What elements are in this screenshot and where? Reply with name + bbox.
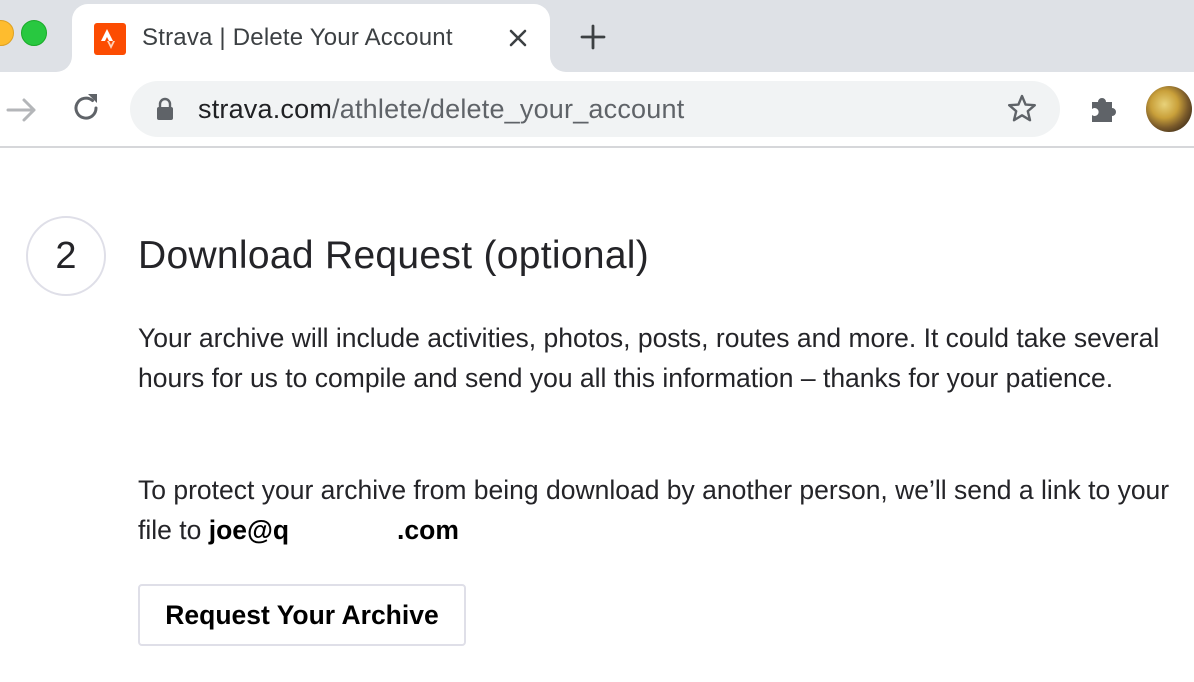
reload-icon[interactable] — [68, 90, 104, 126]
section-title: Download Request (optional) — [138, 234, 650, 277]
url-host: strava.com — [198, 94, 333, 124]
puzzle-icon[interactable] — [1086, 90, 1122, 126]
delete-account-page: 2 Download Request (optional) Your archi… — [0, 148, 1194, 682]
tab-strip: Strava | Delete Your Account — [0, 0, 1194, 72]
address-bar[interactable]: strava.com/athlete/delete_your_account — [130, 81, 1060, 137]
arrow-right-icon[interactable] — [4, 92, 40, 128]
url-path: /athlete/delete_your_account — [332, 94, 685, 124]
email-start: joe@q — [208, 515, 290, 545]
email-end: .com — [397, 515, 459, 545]
window-minimize-button[interactable] — [0, 20, 14, 46]
avatar[interactable] — [1146, 86, 1192, 132]
tab-strava-delete-account[interactable]: Strava | Delete Your Account — [72, 4, 550, 72]
user-email: joe@q .com — [209, 515, 459, 545]
tab-title: Strava | Delete Your Account — [142, 24, 453, 51]
request-archive-button[interactable]: Request Your Archive — [138, 584, 466, 646]
window-maximize-button[interactable] — [21, 20, 47, 46]
strava-logo-icon — [94, 23, 126, 55]
browser-toolbar: strava.com/athlete/delete_your_account — [0, 72, 1194, 148]
step-indicator: 2 — [26, 216, 106, 296]
close-icon[interactable] — [504, 24, 532, 52]
url-text[interactable]: strava.com/athlete/delete_your_account — [198, 94, 684, 125]
lock-icon[interactable] — [154, 97, 176, 121]
archive-description: Your archive will include activities, ph… — [138, 323, 1160, 393]
browser-chrome: Strava | Delete Your Account strava.com/… — [0, 0, 1194, 148]
step-number: 2 — [55, 235, 77, 277]
plus-icon[interactable] — [578, 22, 608, 52]
star-icon[interactable] — [1006, 93, 1038, 125]
archive-protection-notice: To protect your archive from being downl… — [138, 470, 1178, 550]
